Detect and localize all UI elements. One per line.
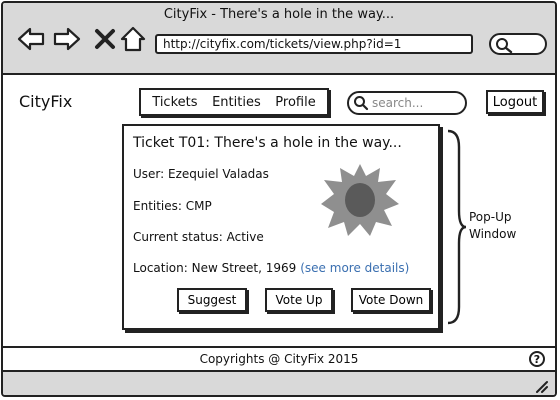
address-bar[interactable]: http://cityfix.com/tickets/view.php?id=1 (155, 34, 473, 54)
hole-image (321, 164, 399, 236)
nav-entities[interactable]: Entities (212, 95, 261, 110)
question-icon[interactable]: ? (529, 351, 545, 367)
ticket-location: Location: New Street, 1969 (133, 261, 297, 275)
home-button[interactable] (119, 25, 147, 53)
search-icon (354, 96, 369, 111)
logout-button[interactable]: Logout (486, 90, 544, 114)
ticket-user: User: Ezequiel Valadas (133, 167, 269, 181)
nav-tickets[interactable]: Tickets (152, 95, 197, 110)
home-icon (120, 26, 146, 52)
window-title: CityFix - There's a hole in the way... (163, 7, 395, 22)
annotation-line-2: Window (469, 227, 517, 241)
ticket-status: Current status: Active (133, 230, 264, 244)
popup-annotation: Pop-Up Window (469, 209, 516, 243)
brand-logo[interactable]: CityFix (19, 92, 72, 111)
resize-grip-icon[interactable] (533, 378, 549, 394)
arrow-right-icon (53, 27, 81, 51)
site-search (347, 91, 467, 115)
forward-button[interactable] (53, 25, 81, 53)
ticket-popup: Ticket T01: There's a hole in the way...… (122, 124, 440, 330)
copyright-text: Copyrights @ CityFix 2015 (199, 352, 359, 366)
browser-chrome: CityFix - There's a hole in the way... h… (3, 3, 555, 75)
search-icon (496, 38, 513, 53)
ticket-entities: Entities: CMP (133, 199, 212, 213)
see-details-link[interactable]: (see more details) (300, 261, 409, 275)
vote-up-button[interactable]: Vote Up (265, 288, 333, 312)
ticket-location-row: Location: New Street, 1969 (see more deta… (133, 261, 409, 275)
nav-profile[interactable]: Profile (275, 95, 315, 110)
browser-window: CityFix - There's a hole in the way... h… (1, 1, 557, 397)
browser-search-field[interactable] (489, 33, 547, 55)
stop-button[interactable] (91, 25, 119, 53)
status-bar (3, 372, 555, 395)
suggest-button[interactable]: Suggest (177, 288, 247, 312)
main-nav: Tickets Entities Profile (139, 88, 329, 116)
popup-brace (447, 129, 467, 325)
vote-down-button[interactable]: Vote Down (351, 288, 431, 312)
search-input[interactable] (369, 96, 462, 110)
back-button[interactable] (17, 25, 45, 53)
close-icon (95, 29, 115, 49)
ticket-title: Ticket T01: There's a hole in the way... (133, 135, 402, 151)
arrow-left-icon (17, 27, 45, 51)
annotation-line-1: Pop-Up (469, 210, 512, 224)
footer: Copyrights @ CityFix 2015 ? (3, 346, 555, 372)
